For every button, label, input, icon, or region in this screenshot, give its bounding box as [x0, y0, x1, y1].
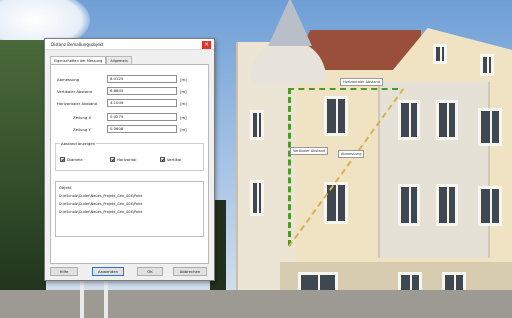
help-button[interactable]: Hilfe — [50, 267, 78, 276]
checkbox-checked-icon[interactable] — [160, 156, 165, 162]
dimension-input[interactable]: 8.0125 — [107, 75, 177, 83]
vertical-measure-line — [288, 88, 291, 246]
ok-button[interactable]: OK — [137, 267, 163, 276]
dialog-titlebar[interactable]: Distanz Bemaßungsobjekt × — [45, 39, 214, 50]
vertical-distance-input[interactable]: 6.8805 — [107, 87, 177, 95]
list-item[interactable]: D:\eScholz\Guder\Neues_Projekt_Gen_004\P… — [59, 194, 202, 199]
building-bay — [378, 82, 490, 258]
checkbox-vertical[interactable]: Vertikal — [160, 156, 181, 162]
building — [228, 0, 512, 318]
window — [324, 182, 348, 224]
window — [436, 184, 458, 226]
field-label: Abmessung — [57, 77, 80, 82]
window — [478, 108, 502, 146]
dialog-title: Distanz Bemaßungsobjekt — [51, 42, 104, 47]
field-unit: [m] — [180, 89, 187, 94]
field-label: Vertikaler Abstand — [57, 89, 92, 94]
field-unit: [m] — [180, 101, 187, 106]
checkbox-checked-icon[interactable] — [60, 156, 65, 162]
window — [324, 96, 348, 136]
checkbox-label: Horizontal — [117, 156, 137, 162]
field-label: Zeilung Y — [73, 127, 91, 132]
close-icon[interactable]: × — [202, 41, 211, 49]
tab-panel: Abmessung 8.0125 [m] Vertikaler Abstand … — [50, 64, 209, 264]
object-list-header: Objekt — [59, 185, 72, 190]
window — [250, 110, 264, 140]
window — [250, 180, 264, 216]
tab-measurement-properties[interactable]: Eigenschaften der Messung — [50, 56, 107, 64]
window — [398, 100, 420, 140]
dialog-button-bar: Hilfe Anwenden OK Abbrechen — [45, 267, 214, 279]
cancel-button[interactable]: Abbrechen — [173, 267, 207, 276]
field-label: Zeilung X — [73, 115, 92, 120]
window — [433, 44, 447, 64]
post — [80, 278, 84, 318]
object-list[interactable]: Objekt D:\eScholz\Guder\Neues_Projekt_Ge… — [55, 181, 204, 237]
checkbox-checked-icon[interactable] — [110, 156, 115, 162]
window — [478, 186, 502, 226]
field-row-vertical-distance: Vertikaler Abstand 6.8805 [m] — [51, 87, 208, 97]
list-item[interactable]: D:\eScholz\Guder\Neues_Projekt_Gen_004\P… — [59, 210, 202, 215]
field-row-spacing-x: Zeilung X 0.0275 [m] — [51, 113, 208, 123]
field-unit: [m] — [180, 77, 187, 82]
tower-spire — [268, 0, 312, 46]
ground — [0, 290, 512, 318]
checkbox-horizontal[interactable]: Horizontal — [110, 156, 136, 162]
field-label: Horizontaler Abstand — [57, 101, 98, 106]
window — [398, 184, 420, 226]
field-unit: [m] — [180, 127, 187, 132]
window — [480, 54, 494, 76]
list-item[interactable]: D:\eScholz\Guder\Neues_Projekt_Gen_004\P… — [59, 202, 202, 207]
spacing-x-input[interactable]: 0.0275 — [107, 113, 177, 121]
measure-label-diagonal: Abmessung — [338, 150, 365, 158]
horizontal-measure-line — [288, 88, 398, 90]
apply-button[interactable]: Anwenden — [92, 267, 124, 276]
show-distance-group: Abstand anzeigen Diametr. Horizontal Ver… — [55, 141, 204, 171]
tab-general[interactable]: Allgemein — [106, 56, 132, 64]
field-row-horizontal-distance: Horizontaler Abstand 4.1049 [m] — [51, 99, 208, 109]
dimension-dialog: Distanz Bemaßungsobjekt × Eigenschaften … — [44, 38, 215, 281]
field-row-spacing-y: Zeilung Y 0.0608 [m] — [51, 125, 208, 135]
spacing-y-input[interactable]: 0.0608 — [107, 125, 177, 133]
measure-label-horizontal: Horizontaler Abstand — [340, 78, 383, 86]
dialog-tabs: Eigenschaften der Messung Allgemein — [50, 56, 132, 64]
group-title: Abstand anzeigen — [60, 141, 97, 146]
checkbox-diameter[interactable]: Diametr. — [60, 156, 83, 162]
field-row-dimension: Abmessung 8.0125 [m] — [51, 75, 208, 85]
checkbox-label: Diametr. — [67, 156, 84, 162]
tree-left — [0, 40, 46, 318]
window — [436, 100, 458, 140]
horizontal-distance-input[interactable]: 4.1049 — [107, 99, 177, 107]
field-unit: [m] — [180, 115, 187, 120]
checkbox-label: Vertikal — [167, 156, 182, 162]
post — [104, 278, 108, 318]
measure-label-vertical: Vertikaler Abstand — [290, 147, 329, 155]
